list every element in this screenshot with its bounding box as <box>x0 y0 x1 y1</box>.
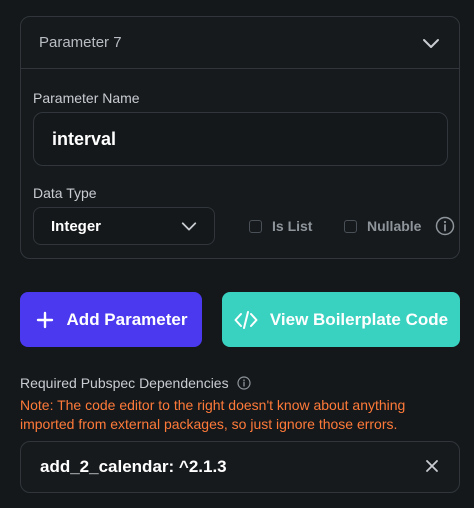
dependencies-label: Required Pubspec Dependencies <box>20 375 229 391</box>
parameter-name-input[interactable]: interval <box>33 112 448 166</box>
nullable-checkbox[interactable]: Nullable <box>344 216 455 236</box>
dependency-text: add_2_calendar: ^2.1.3 <box>40 457 227 476</box>
data-type-select[interactable]: Integer <box>33 207 215 245</box>
code-icon <box>234 310 258 329</box>
dependencies-note: Note: The code editor to the right doesn… <box>20 397 406 432</box>
chevron-down-icon <box>181 222 197 231</box>
parameter-name-label: Parameter Name <box>33 90 140 106</box>
nullable-label: Nullable <box>367 218 422 234</box>
info-icon[interactable] <box>236 376 251 390</box>
data-type-value: Integer <box>51 218 102 235</box>
close-icon[interactable] <box>424 458 440 474</box>
data-type-label: Data Type <box>33 185 97 201</box>
dependencies-label-row: Required Pubspec Dependencies <box>20 375 251 391</box>
chevron-down-icon[interactable] <box>421 33 441 53</box>
custom-action-editor: Parameter 7 Parameter Name interval Data… <box>0 0 474 508</box>
view-boilerplate-button[interactable]: View Boilerplate Code <box>222 292 460 347</box>
parameter-title: Parameter 7 <box>39 34 122 51</box>
is-list-checkbox[interactable]: Is List <box>249 218 312 234</box>
dependency-item[interactable]: add_2_calendar: ^2.1.3 <box>20 441 460 493</box>
is-list-box[interactable] <box>249 219 262 233</box>
info-icon[interactable] <box>435 216 455 236</box>
nullable-box[interactable] <box>344 219 357 233</box>
add-parameter-button[interactable]: Add Parameter <box>20 292 202 347</box>
add-parameter-label: Add Parameter <box>66 309 188 329</box>
parameter-card: Parameter 7 Parameter Name interval Data… <box>20 16 460 259</box>
parameter-header[interactable]: Parameter 7 <box>21 17 459 69</box>
view-boilerplate-label: View Boilerplate Code <box>269 309 449 329</box>
plus-icon <box>36 311 53 328</box>
is-list-label: Is List <box>272 218 313 234</box>
